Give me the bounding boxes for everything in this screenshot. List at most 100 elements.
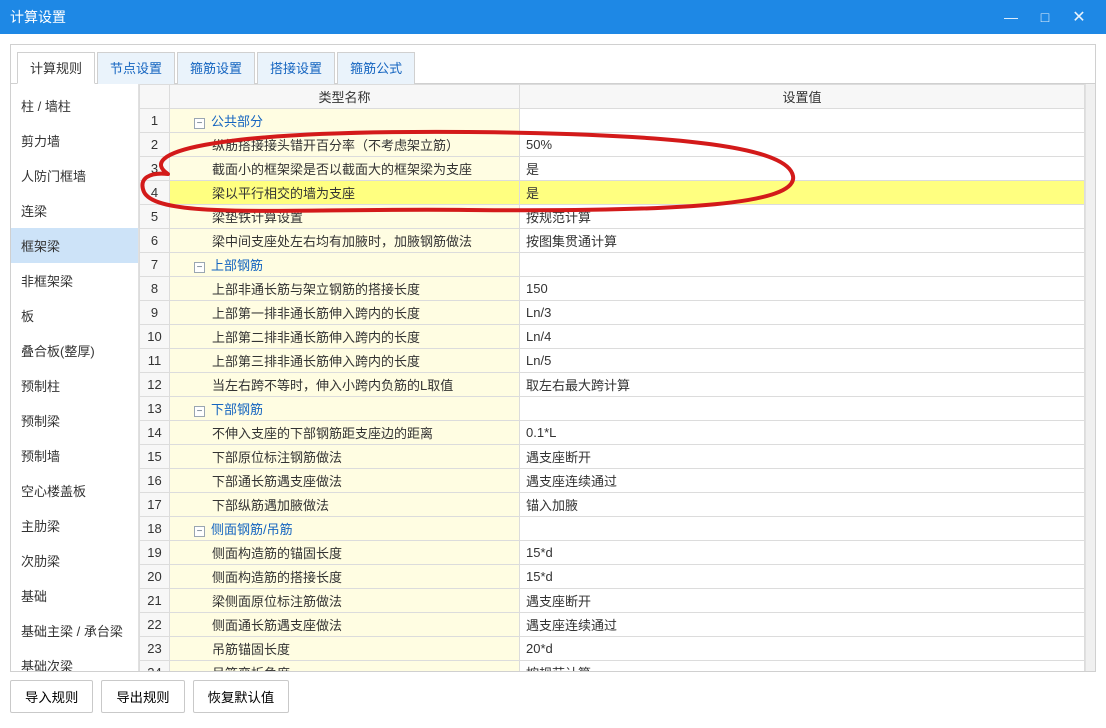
- row-value[interactable]: 遇支座连续通过: [520, 469, 1085, 493]
- sidebar-item-foundation-main-beam[interactable]: 基础主梁 / 承台梁: [11, 613, 138, 648]
- table-row[interactable]: 14不伸入支座的下部钢筋距支座边的距离0.1*L: [140, 421, 1085, 445]
- import-rules-button[interactable]: 导入规则: [10, 680, 93, 713]
- row-value[interactable]: 遇支座连续通过: [520, 613, 1085, 637]
- rule-label: 上部第二排非通长筋伸入跨内的长度: [176, 327, 420, 346]
- table-row[interactable]: 6梁中间支座处左右均有加腋时，加腋钢筋做法按图集贯通计算: [140, 229, 1085, 253]
- rule-label: 侧面通长筋遇支座做法: [176, 615, 342, 634]
- row-value[interactable]: 是: [520, 181, 1085, 205]
- sidebar-item-precast-column[interactable]: 预制柱: [11, 368, 138, 403]
- row-type-name: 上部第一排非通长筋伸入跨内的长度: [170, 301, 520, 325]
- row-type-name: 下部原位标注钢筋做法: [170, 445, 520, 469]
- row-value[interactable]: 是: [520, 157, 1085, 181]
- table-row[interactable]: 3截面小的框架梁是否以截面大的框架梁为支座是: [140, 157, 1085, 181]
- tab-stirrup-formula[interactable]: 箍筋公式: [337, 52, 415, 84]
- table-row[interactable]: 10 上部第二排非通长筋伸入跨内的长度 Ln/4: [140, 325, 1085, 349]
- sidebar-item-foundation-secondary-beam[interactable]: 基础次梁: [11, 648, 138, 671]
- collapse-toggle-icon[interactable]: −: [194, 262, 205, 273]
- table-row[interactable]: 5梁垫铁计算设置按规范计算: [140, 205, 1085, 229]
- table-row[interactable]: 1−公共部分: [140, 109, 1085, 133]
- row-number: 20: [140, 565, 170, 589]
- sidebar-item-shearwall[interactable]: 剪力墙: [11, 123, 138, 158]
- row-value[interactable]: 按规范计算: [520, 661, 1085, 672]
- table-row[interactable]: 7−上部钢筋: [140, 253, 1085, 277]
- row-value[interactable]: Ln/3: [520, 301, 1085, 325]
- sidebar-item-hollow-slab[interactable]: 空心楼盖板: [11, 473, 138, 508]
- sidebar-item-main-rib-beam[interactable]: 主肋梁: [11, 508, 138, 543]
- table-row[interactable]: 19侧面构造筋的锚固长度15*d: [140, 541, 1085, 565]
- sidebar-item-precast-wall[interactable]: 预制墙: [11, 438, 138, 473]
- row-value[interactable]: 15*d: [520, 541, 1085, 565]
- row-number: 15: [140, 445, 170, 469]
- table-row[interactable]: 23吊筋锚固长度20*d: [140, 637, 1085, 661]
- maximize-button[interactable]: □: [1028, 9, 1062, 25]
- row-value: [520, 109, 1085, 133]
- row-type-name: 梁中间支座处左右均有加腋时，加腋钢筋做法: [170, 229, 520, 253]
- row-type-name: 吊筋锚固长度: [170, 637, 520, 661]
- collapse-toggle-icon[interactable]: −: [194, 526, 205, 537]
- row-value[interactable]: 遇支座断开: [520, 445, 1085, 469]
- row-value[interactable]: Ln/4: [520, 325, 1085, 349]
- table-row[interactable]: 15 下部原位标注钢筋做法 遇支座断开: [140, 445, 1085, 469]
- tab-calc-rules[interactable]: 计算规则: [17, 52, 95, 84]
- table-row[interactable]: 2纵筋搭接接头错开百分率（不考虑架立筋）50%: [140, 133, 1085, 157]
- group-label: 下部钢筋: [211, 402, 263, 417]
- rule-label: 截面小的框架梁是否以截面大的框架梁为支座: [176, 159, 472, 178]
- row-value[interactable]: 锚入加腋: [520, 493, 1085, 517]
- table-row[interactable]: 8上部非通长筋与架立钢筋的搭接长度150: [140, 277, 1085, 301]
- collapse-toggle-icon[interactable]: −: [194, 406, 205, 417]
- sidebar-item-nonframe-beam[interactable]: 非框架梁: [11, 263, 138, 298]
- rule-label: 下部原位标注钢筋做法: [176, 447, 342, 466]
- sidebar-item-composite-slab[interactable]: 叠合板(整厚): [11, 333, 138, 368]
- row-value[interactable]: 15*d: [520, 565, 1085, 589]
- table-row[interactable]: 17下部纵筋遇加腋做法锚入加腋: [140, 493, 1085, 517]
- tab-stirrup-set[interactable]: 箍筋设置: [177, 52, 255, 84]
- row-value[interactable]: 按图集贯通计算: [520, 229, 1085, 253]
- sidebar-item-frame-beam[interactable]: 框架梁: [11, 228, 138, 263]
- table-row[interactable]: 21梁侧面原位标注筋做法遇支座断开: [140, 589, 1085, 613]
- grid-header-name: 类型名称: [170, 85, 520, 109]
- table-row[interactable]: 4梁以平行相交的墙为支座是: [140, 181, 1085, 205]
- table-row[interactable]: 9上部第一排非通长筋伸入跨内的长度Ln/3: [140, 301, 1085, 325]
- rule-label: 梁以平行相交的墙为支座: [176, 183, 355, 202]
- restore-default-button[interactable]: 恢复默认值: [193, 680, 290, 713]
- row-value[interactable]: 20*d: [520, 637, 1085, 661]
- table-row[interactable]: 24吊筋弯折角度按规范计算: [140, 661, 1085, 672]
- table-row[interactable]: 11上部第三排非通长筋伸入跨内的长度Ln/5: [140, 349, 1085, 373]
- table-row[interactable]: 16下部通长筋遇支座做法遇支座连续通过: [140, 469, 1085, 493]
- minimize-button[interactable]: —: [994, 9, 1028, 25]
- row-number: 9: [140, 301, 170, 325]
- row-type-name: 下部通长筋遇支座做法: [170, 469, 520, 493]
- sidebar-item-civil-defense-wall[interactable]: 人防门框墙: [11, 158, 138, 193]
- tab-node-set[interactable]: 节点设置: [97, 52, 175, 84]
- sidebar-item-foundation[interactable]: 基础: [11, 578, 138, 613]
- row-value[interactable]: Ln/5: [520, 349, 1085, 373]
- table-row[interactable]: 12当左右跨不等时，伸入小跨内负筋的L取值取左右最大跨计算: [140, 373, 1085, 397]
- sidebar-item-precast-beam[interactable]: 预制梁: [11, 403, 138, 438]
- sidebar-item-slab[interactable]: 板: [11, 298, 138, 333]
- sidebar-item-secondary-rib-beam[interactable]: 次肋梁: [11, 543, 138, 578]
- tab-lap-set[interactable]: 搭接设置: [257, 52, 335, 84]
- export-rules-button[interactable]: 导出规则: [101, 680, 184, 713]
- sidebar-item-coupling-beam[interactable]: 连梁: [11, 193, 138, 228]
- row-value[interactable]: 取左右最大跨计算: [520, 373, 1085, 397]
- group-label: 公共部分: [211, 114, 263, 129]
- rules-grid: 类型名称 设置值 1−公共部分2纵筋搭接接头错开百分率（不考虑架立筋）50%3截…: [139, 84, 1085, 671]
- collapse-toggle-icon[interactable]: −: [194, 118, 205, 129]
- row-value[interactable]: 150: [520, 277, 1085, 301]
- row-number: 10: [140, 325, 170, 349]
- row-number: 13: [140, 397, 170, 421]
- table-row[interactable]: 22 侧面通长筋遇支座做法 遇支座连续通过: [140, 613, 1085, 637]
- close-button[interactable]: ✕: [1062, 7, 1096, 27]
- grid-header-rownum: [140, 85, 170, 109]
- row-value[interactable]: 按规范计算: [520, 205, 1085, 229]
- row-value[interactable]: 0.1*L: [520, 421, 1085, 445]
- table-row[interactable]: 18−侧面钢筋/吊筋: [140, 517, 1085, 541]
- table-row[interactable]: 20侧面构造筋的搭接长度15*d: [140, 565, 1085, 589]
- sidebar-item-column-wallcolumn[interactable]: 柱 / 墙柱: [11, 88, 138, 123]
- table-row[interactable]: 13 −下部钢筋: [140, 397, 1085, 421]
- row-number: 22: [140, 613, 170, 637]
- grid-header-value: 设置值: [520, 85, 1085, 109]
- vertical-scrollbar[interactable]: [1085, 84, 1095, 671]
- row-value[interactable]: 50%: [520, 133, 1085, 157]
- row-value[interactable]: 遇支座断开: [520, 589, 1085, 613]
